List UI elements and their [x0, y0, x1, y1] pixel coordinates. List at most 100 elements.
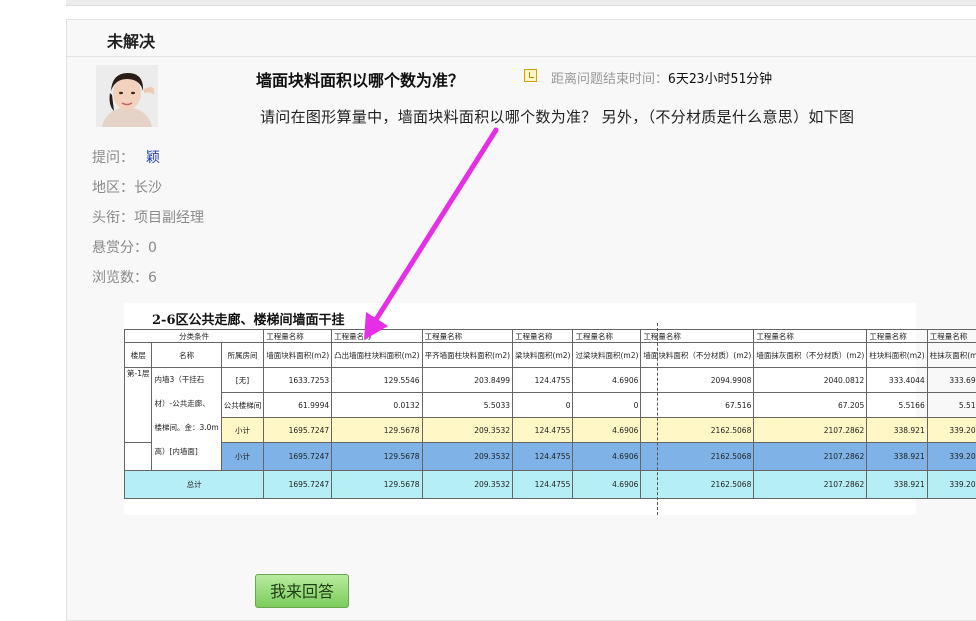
value-cell: 129.5678: [332, 471, 422, 499]
table-header-cell: 墙面块料面积(m2): [264, 343, 332, 368]
asker-region: 地区：长沙: [92, 177, 162, 197]
value-cell: 338.921: [867, 418, 927, 443]
value-cell: 4.6906: [573, 443, 641, 471]
total-label: 总计: [125, 471, 264, 499]
question-body: 请问在图形算量中，墙面块料面积以哪个数为准？ 另外，（不分材质是什么意思）如下图: [260, 102, 950, 132]
table-header-cell: 工程量名称: [332, 330, 422, 343]
table-header-cell: 平齐墙面柱块料面积(m2): [422, 343, 512, 368]
divider: [67, 56, 976, 57]
table-header-cell: 工程量名称: [513, 330, 573, 343]
panel-title: 未解决: [107, 28, 155, 52]
avatar[interactable]: [96, 65, 158, 127]
asker-row: 提问： 颖: [92, 147, 160, 167]
name-line: 内墙3（干挂石: [154, 368, 218, 392]
table-header-cell: 工程量名称: [573, 330, 641, 343]
quantity-table: 分类条件 工程量名称 工程量名称 工程量名称 工程量名称 工程量名称 工程量名称…: [124, 329, 976, 499]
value-cell: 124.4755: [513, 443, 573, 471]
value-cell: 129.5678: [332, 443, 422, 471]
value-cell: 129.5546: [332, 368, 422, 393]
value-cell: 209.3532: [422, 443, 512, 471]
name-line: 材）-公共走廊、: [154, 392, 218, 416]
value-cell: 1633.7253: [264, 368, 332, 393]
value-cell: 2107.2862: [754, 418, 867, 443]
room-cell: [无]: [221, 368, 264, 393]
value-cell: 124.4755: [513, 368, 573, 393]
value-cell: 209.3532: [422, 418, 512, 443]
page-break-line: [657, 323, 658, 515]
value-cell: 209.3532: [422, 471, 512, 499]
table-row-floor-subtotal: 小计 1695.7247 129.5678 209.3532 124.4755 …: [125, 443, 976, 471]
table-header-cell: 墙面抹灰面积（不分材质）(m2): [754, 343, 867, 368]
table-header-cell: 柱抹灰面积(m2): [927, 343, 976, 368]
value-cell: 339.2088: [927, 471, 976, 499]
table-header-cell: 分类条件: [125, 330, 264, 343]
clock-icon: [524, 69, 537, 82]
name-cell: 内墙3（干挂石 材）-公共走廊、 楼梯间。金：3.0m 高）[内墙面]: [152, 368, 221, 471]
value-cell: 338.921: [867, 471, 927, 499]
value-cell: 5.5166: [927, 393, 976, 418]
value-cell: 333.4044: [867, 368, 927, 393]
value-cell: 2107.2862: [754, 443, 867, 471]
table-header-cell: 工程量名称: [927, 330, 976, 343]
attached-screenshot[interactable]: 2-6区公共走廊、楼梯间墙面干挂 分类条件 工程量名称 工程量名称 工程量名称 …: [124, 303, 916, 515]
value-cell: 333.6922: [927, 368, 976, 393]
table-header-cell: 梁块料面积(m2): [513, 343, 573, 368]
value-cell: 338.921: [867, 443, 927, 471]
value-cell: 4.6906: [573, 368, 641, 393]
value-cell: 124.4755: [513, 418, 573, 443]
value-cell: 129.5678: [332, 418, 422, 443]
table-header-cell: 柱块料面积(m2): [867, 343, 927, 368]
bounty-points: 悬赏分：0: [92, 237, 157, 257]
table-header-top: 分类条件 工程量名称 工程量名称 工程量名称 工程量名称 工程量名称 工程量名称…: [125, 330, 976, 343]
asker-name-link[interactable]: 颖: [146, 150, 160, 166]
answer-button[interactable]: 我来回答: [255, 574, 349, 608]
top-strip: [66, 0, 976, 6]
value-cell: 2040.0812: [754, 368, 867, 393]
value-cell: 5.5033: [422, 393, 512, 418]
table-header-cell: 名称: [152, 343, 221, 368]
value-cell: 0: [513, 393, 573, 418]
room-cell: 小计: [221, 418, 264, 443]
table-header-cell: 楼层: [125, 343, 152, 368]
asker-rank: 头衔：项目副经理: [92, 207, 204, 227]
deadline-label: 距离问题结束时间：: [551, 72, 668, 87]
view-count: 浏览数：6: [92, 267, 157, 287]
avatar-photo: [96, 65, 158, 127]
name-line: 高）[内墙面]: [154, 440, 218, 464]
table-row: 第-1层 内墙3（干挂石 材）-公共走廊、 楼梯间。金：3.0m 高）[内墙面]…: [125, 368, 976, 393]
table-header-cell: 所属房间: [221, 343, 264, 368]
report-title: 2-6区公共走廊、楼梯间墙面干挂: [152, 309, 345, 328]
asker-label: 提问：: [92, 150, 134, 166]
floor-cell: [125, 443, 152, 471]
value-cell: 1695.7247: [264, 443, 332, 471]
question-panel: 未解决 提问： 颖 地区：长沙 头衔：项目副经理 悬赏分：0 浏览数：6 墙面块料…: [66, 19, 976, 621]
question-title: 墙面块料面积以哪个数为准？: [256, 67, 464, 91]
room-cell: 公共楼梯间: [221, 393, 264, 418]
value-cell: 1695.7247: [264, 418, 332, 443]
value-cell: 124.4755: [513, 471, 573, 499]
value-cell: 203.8499: [422, 368, 512, 393]
value-cell: 2107.2862: [754, 471, 867, 499]
value-cell: 0: [573, 393, 641, 418]
value-cell: 339.2088: [927, 418, 976, 443]
value-cell: 4.6906: [573, 418, 641, 443]
value-cell: 67.205: [754, 393, 867, 418]
floor-cell: 第-1层: [125, 368, 152, 443]
table-header-cell: 过梁块料面积(m2): [573, 343, 641, 368]
subtotal-label: 小计: [221, 443, 264, 471]
table-header-cell: 工程量名称: [264, 330, 332, 343]
table-row-subtotal: 小计 1695.7247 129.5678 209.3532 124.4755 …: [125, 418, 976, 443]
value-cell: 61.9994: [264, 393, 332, 418]
value-cell: 4.6906: [573, 471, 641, 499]
table-row-total: 总计 1695.7247 129.5678 209.3532 124.4755 …: [125, 471, 976, 499]
table-row: 公共楼梯间 61.9994 0.0132 5.5033 0 0 67.516 6…: [125, 393, 976, 418]
value-cell: 1695.7247: [264, 471, 332, 499]
deadline: 距离问题结束时间：6天23小时51分钟: [551, 68, 772, 87]
deadline-value: 6天23小时51分钟: [668, 72, 772, 87]
table-header-cols: 楼层 名称 所属房间 墙面块料面积(m2) 凸出墙面柱块料面积(m2) 平齐墙面…: [125, 343, 976, 368]
table-header-cell: 工程量名称: [422, 330, 512, 343]
table-header-cell: 凸出墙面柱块料面积(m2): [332, 343, 422, 368]
value-cell: 0.0132: [332, 393, 422, 418]
value-cell: 5.5166: [867, 393, 927, 418]
value-cell: 339.2088: [927, 443, 976, 471]
